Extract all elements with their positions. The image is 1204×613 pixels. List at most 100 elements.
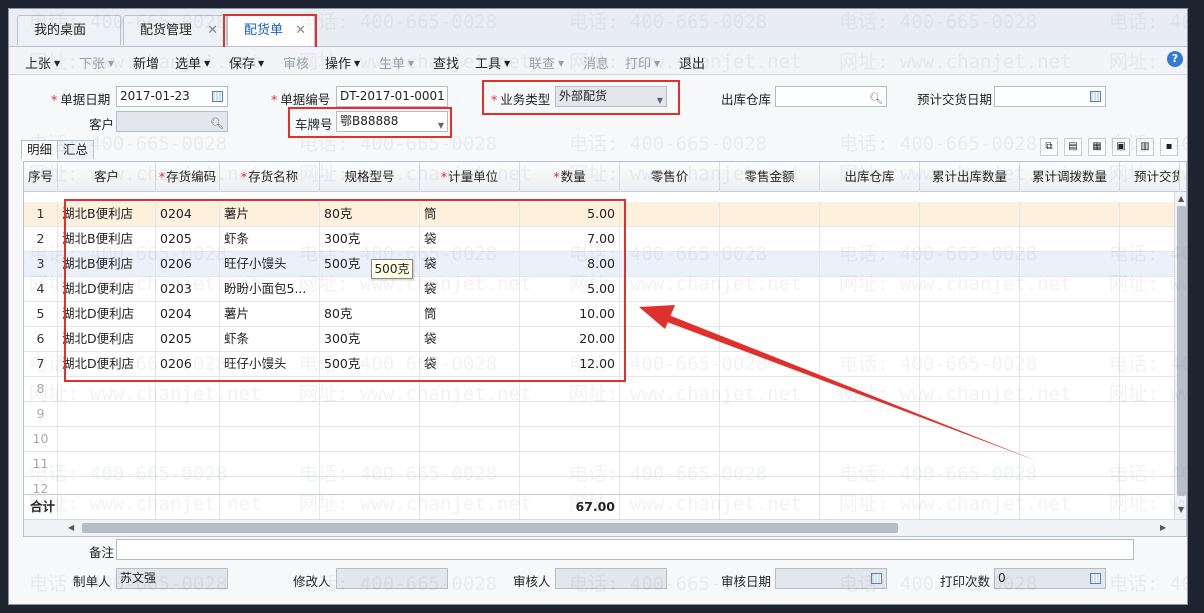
- tab-distribution-management[interactable]: 配货管理 ✕: [123, 15, 227, 45]
- tab-detail[interactable]: 明细: [21, 140, 59, 159]
- cell-seq[interactable]: 10: [24, 427, 58, 451]
- search-icon[interactable]: 🔍︎: [869, 89, 883, 106]
- cell-qty[interactable]: [520, 402, 620, 426]
- cell-blank[interactable]: [1020, 277, 1120, 301]
- cell-seq[interactable]: 2: [24, 227, 58, 251]
- cell-blank[interactable]: [720, 402, 820, 426]
- cell-unit[interactable]: [420, 402, 520, 426]
- cell-seq[interactable]: 8: [24, 377, 58, 401]
- cell-seq[interactable]: 7: [24, 352, 58, 376]
- empty-table-row[interactable]: 11: [24, 452, 1186, 477]
- search-icon[interactable]: 🔍︎: [210, 114, 224, 131]
- cell-blank[interactable]: [720, 352, 820, 376]
- cell-blank[interactable]: [720, 302, 820, 326]
- cell-blank[interactable]: [820, 277, 920, 301]
- cell-spec[interactable]: [320, 402, 420, 426]
- link-query-button[interactable]: 联查 ▼: [529, 53, 564, 72]
- save-button[interactable]: 保存 ▼: [229, 53, 264, 72]
- find-button[interactable]: 查找: [433, 53, 459, 72]
- cell-blank[interactable]: [620, 402, 720, 426]
- vertical-scrollbar[interactable]: ▲ ▼: [1174, 192, 1186, 519]
- cell-blank[interactable]: [920, 402, 1020, 426]
- cell-blank[interactable]: [920, 202, 1020, 226]
- cell-blank[interactable]: [620, 277, 720, 301]
- cell-blank[interactable]: [820, 327, 920, 351]
- cell-blank[interactable]: [920, 277, 1020, 301]
- cell-seq[interactable]: 9: [24, 402, 58, 426]
- cell-blank[interactable]: [1020, 327, 1120, 351]
- cell-blank[interactable]: [1020, 252, 1120, 276]
- cell-blank[interactable]: [820, 202, 920, 226]
- cell-code[interactable]: [156, 402, 220, 426]
- calendar-icon[interactable]: [1090, 91, 1101, 102]
- cell-blank[interactable]: [1020, 452, 1120, 476]
- scroll-right-icon[interactable]: ▶: [1160, 523, 1166, 532]
- cell-qty[interactable]: [520, 427, 620, 451]
- audit-button[interactable]: 审核: [283, 53, 309, 72]
- message-button[interactable]: 消息: [583, 53, 609, 72]
- cell-blank[interactable]: [820, 427, 920, 451]
- cell-seq[interactable]: 1: [24, 202, 58, 226]
- cell-blank[interactable]: [920, 352, 1020, 376]
- cell-blank[interactable]: [920, 377, 1020, 401]
- select-doc-button[interactable]: 选单 ▼: [175, 53, 210, 72]
- cell-seq[interactable]: 6: [24, 327, 58, 351]
- cell-blank[interactable]: [720, 277, 820, 301]
- tab-my-desktop[interactable]: 我的桌面: [17, 15, 121, 45]
- cell-seq[interactable]: 5: [24, 302, 58, 326]
- cell-blank[interactable]: [820, 377, 920, 401]
- cell-seq[interactable]: 3: [24, 252, 58, 276]
- cell-seq[interactable]: 11: [24, 452, 58, 476]
- cell-blank[interactable]: [720, 252, 820, 276]
- operate-button[interactable]: 操作 ▼: [325, 53, 360, 72]
- cell-name[interactable]: [220, 402, 320, 426]
- empty-table-row[interactable]: 9: [24, 402, 1186, 427]
- cell-blank[interactable]: [820, 227, 920, 251]
- horizontal-scroll-thumb[interactable]: [82, 523, 898, 533]
- date-field[interactable]: 2017-01-23: [116, 86, 228, 107]
- cell-blank[interactable]: [620, 252, 720, 276]
- customer-field[interactable]: 🔍︎: [116, 111, 228, 132]
- paste-row-icon[interactable]: ▤: [1064, 138, 1082, 156]
- docno-field[interactable]: DT-2017-01-0001: [336, 86, 448, 107]
- cell-unit[interactable]: [420, 427, 520, 451]
- cell-blank[interactable]: [920, 302, 1020, 326]
- scroll-down-icon[interactable]: ▼: [1178, 505, 1184, 514]
- tab-summary[interactable]: 汇总: [57, 140, 95, 159]
- cell-customer[interactable]: [58, 427, 156, 451]
- cell-blank[interactable]: [920, 227, 1020, 251]
- cell-blank[interactable]: [620, 202, 720, 226]
- tools-button[interactable]: 工具 ▼: [475, 53, 510, 72]
- cell-blank[interactable]: [720, 427, 820, 451]
- cell-blank[interactable]: [1020, 427, 1120, 451]
- calendar-icon[interactable]: [212, 91, 223, 102]
- scroll-up-icon[interactable]: ▲: [1178, 194, 1184, 203]
- cell-blank[interactable]: [1020, 377, 1120, 401]
- help-icon[interactable]: ?: [1167, 51, 1183, 67]
- cell-blank[interactable]: [920, 252, 1020, 276]
- cell-spec[interactable]: [320, 452, 420, 476]
- cell-qty[interactable]: [520, 452, 620, 476]
- cell-blank[interactable]: [620, 452, 720, 476]
- cell-blank[interactable]: [920, 427, 1020, 451]
- exit-button[interactable]: 退出: [679, 53, 705, 72]
- vertical-scroll-thumb[interactable]: [1177, 206, 1186, 496]
- next-button[interactable]: 下张 ▼: [79, 53, 114, 72]
- cell-blank[interactable]: [820, 352, 920, 376]
- cell-blank[interactable]: [1020, 402, 1120, 426]
- new-button[interactable]: 新增: [133, 53, 159, 72]
- cell-unit[interactable]: [420, 452, 520, 476]
- remark-field[interactable]: [116, 539, 1134, 560]
- cell-blank[interactable]: [1020, 352, 1120, 376]
- cell-blank[interactable]: [720, 202, 820, 226]
- chart-icon[interactable]: ▥: [1136, 138, 1154, 156]
- cell-blank[interactable]: [620, 302, 720, 326]
- cell-blank[interactable]: [1020, 202, 1120, 226]
- cell-name[interactable]: [220, 452, 320, 476]
- cell-customer[interactable]: [58, 452, 156, 476]
- cell-blank[interactable]: [620, 327, 720, 351]
- cell-blank[interactable]: [820, 302, 920, 326]
- warehouse-field[interactable]: 🔍︎: [775, 86, 887, 107]
- cell-blank[interactable]: [620, 227, 720, 251]
- cell-blank[interactable]: [720, 452, 820, 476]
